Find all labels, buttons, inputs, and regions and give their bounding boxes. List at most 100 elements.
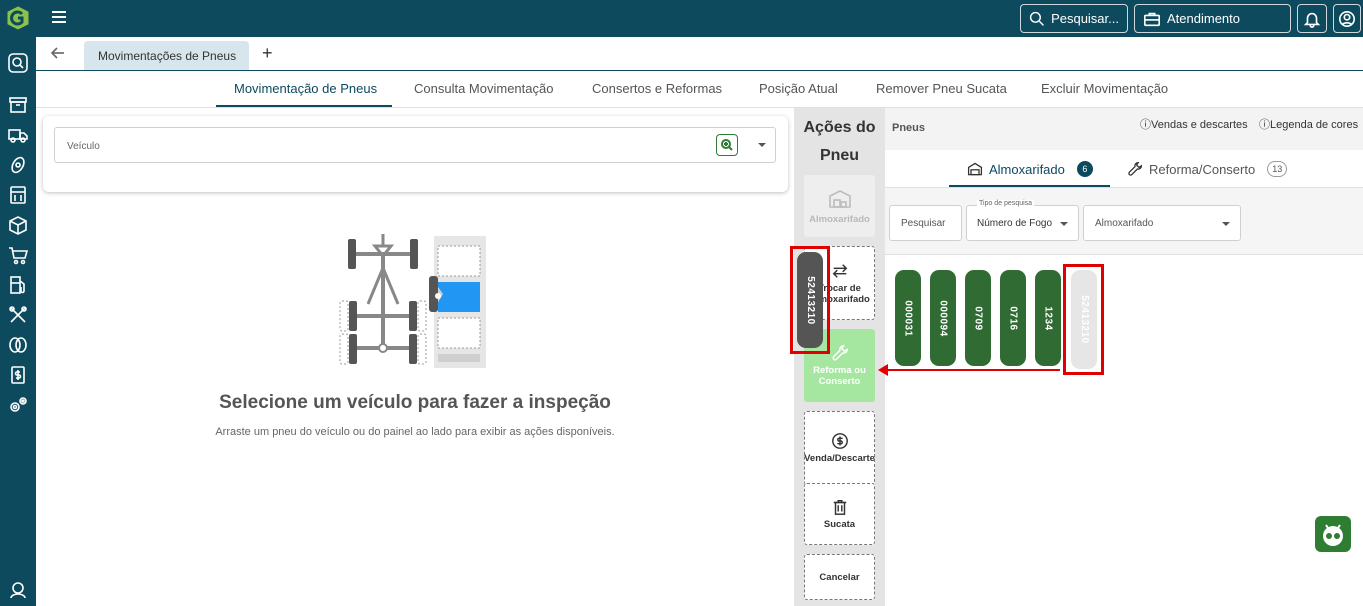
dragged-tire-body: 52413210 xyxy=(797,252,823,348)
action-cancelar-label: Cancelar xyxy=(819,571,860,583)
search-icon xyxy=(8,53,28,73)
fuel-icon xyxy=(10,276,25,294)
vehicle-search-button[interactable] xyxy=(716,134,738,156)
briefcase-icon xyxy=(1143,12,1161,26)
dragged-tire-number: 52413210 xyxy=(804,275,816,325)
vehicle-field[interactable]: Veículo xyxy=(54,127,776,163)
sidebar-item-support[interactable] xyxy=(0,580,36,600)
tire-search-input[interactable]: Pesquisar xyxy=(889,205,962,241)
nav-consertos[interactable]: Consertos e Reformas xyxy=(592,81,722,96)
warehouse-select[interactable]: Almoxarifado xyxy=(1083,205,1241,241)
notifications-button[interactable] xyxy=(1297,4,1327,33)
action-almoxarifado[interactable]: Almoxarifado xyxy=(804,175,875,237)
gears-icon xyxy=(10,397,27,412)
tools-icon xyxy=(9,306,27,323)
trash-icon xyxy=(833,499,846,515)
global-search-label: Pesquisar... xyxy=(1051,11,1119,26)
tire-item[interactable]: 000094 xyxy=(930,270,956,366)
archive-icon xyxy=(9,97,27,113)
action-sucata[interactable]: Sucata xyxy=(804,483,875,545)
sidebar-item-tires[interactable] xyxy=(0,330,36,360)
tab-reforma-label: Reforma/Conserto xyxy=(1149,161,1256,177)
bell-icon xyxy=(1303,12,1321,28)
link-vendas-label: Vendas e descartes xyxy=(1151,119,1248,131)
tires-panel-title: Pneus xyxy=(892,122,926,134)
drag-direction-arrow xyxy=(878,364,1060,376)
action-sucata-label: Sucata xyxy=(823,519,856,530)
menu-toggle-icon[interactable] xyxy=(52,11,66,23)
link-vendas-descartes[interactable]: ⓘVendas e descartes xyxy=(1140,116,1248,132)
tire-item[interactable]: 1234 xyxy=(1035,270,1061,366)
headset-icon xyxy=(10,582,26,599)
sidebar-menu xyxy=(0,48,36,420)
tire-item-ghost[interactable]: 52413210 xyxy=(1071,270,1097,369)
tire-number: 0716 xyxy=(1007,305,1019,331)
link-legenda-cores[interactable]: ⓘLegenda de cores xyxy=(1259,116,1358,132)
swap-arrows-icon xyxy=(832,263,847,278)
dollar-circle-icon xyxy=(831,433,848,449)
tire-number: 52413210 xyxy=(1078,295,1090,344)
atendimento-button[interactable]: Atendimento xyxy=(1134,4,1291,33)
assistant-bot-button[interactable] xyxy=(1315,516,1351,552)
arrow-left-icon xyxy=(50,47,64,59)
tab-almoxarifado-count: 6 xyxy=(1076,161,1093,177)
tab-reforma-conserto[interactable]: Reforma/Conserto 13 xyxy=(1127,161,1288,177)
tire-highlight-box: 52413210 xyxy=(1063,264,1104,375)
sidebar-item-archive[interactable] xyxy=(0,90,36,120)
box-icon xyxy=(9,216,27,235)
topbar: Pesquisar... Atendimento xyxy=(36,0,1363,37)
tab-reforma-count: 13 xyxy=(1267,161,1288,177)
sidebar-item-calculator[interactable] xyxy=(0,180,36,210)
actions-title: Ações do Pneu xyxy=(803,119,876,164)
nav-consulta[interactable]: Consulta Movimentação xyxy=(414,81,553,96)
sidebar-item-cart[interactable] xyxy=(0,240,36,270)
sidebar-item-invoice[interactable] xyxy=(0,360,36,390)
tires-filter-bar: Pesquisar Tipo de pesquisa Número de Fog… xyxy=(885,187,1363,255)
empty-state-title: Selecione um veículo para fazer a inspeç… xyxy=(219,392,611,413)
help-icon: ⓘ xyxy=(1259,119,1270,131)
nav-excluir[interactable]: Excluir Movimentação xyxy=(1041,81,1168,96)
nav-movimentacao[interactable]: Movimentação de Pneus xyxy=(234,81,377,96)
nav-posicao[interactable]: Posição Atual xyxy=(759,81,838,96)
sidebar-item-settings[interactable] xyxy=(0,390,36,420)
vehicle-panel: Veículo Selecione um veículo para fazer … xyxy=(36,108,794,606)
tires-panel: Pneus ⓘVendas e descartes ⓘLegenda de co… xyxy=(885,108,1363,606)
sidebar-item-fuel[interactable] xyxy=(0,270,36,300)
chevron-down-icon[interactable] xyxy=(758,143,766,147)
user-menu-button[interactable] xyxy=(1333,4,1361,33)
tab-almoxarifado[interactable]: Almoxarifado 6 xyxy=(967,161,1093,177)
tire-item[interactable]: 000031 xyxy=(895,270,921,366)
tire-item[interactable]: 0709 xyxy=(965,270,991,366)
tires-icon xyxy=(9,337,27,353)
action-cancelar[interactable]: Cancelar xyxy=(804,554,875,600)
vehicle-card: Veículo xyxy=(43,116,788,192)
chevron-down-icon xyxy=(1060,222,1068,226)
global-search-button[interactable]: Pesquisar... xyxy=(1020,4,1128,33)
sidebar-item-tire[interactable] xyxy=(0,150,36,180)
nav-active-indicator xyxy=(216,105,392,107)
action-venda-descarte[interactable]: Venda/Descarte xyxy=(804,411,875,485)
sidebar-item-box[interactable] xyxy=(0,210,36,240)
sidebar-item-truck[interactable] xyxy=(0,120,36,150)
tire-item[interactable]: 0716 xyxy=(1000,270,1026,366)
back-button[interactable] xyxy=(50,45,66,61)
chevron-down-icon xyxy=(1222,222,1230,226)
tires-panel-header: Pneus ⓘVendas e descartes ⓘLegenda de co… xyxy=(885,108,1363,150)
sidebar-item-search[interactable] xyxy=(0,48,36,78)
user-icon xyxy=(1338,10,1356,27)
section-nav: Movimentação de Pneus Consulta Movimenta… xyxy=(36,71,1363,108)
cart-icon xyxy=(9,247,28,265)
truck-icon xyxy=(8,129,28,143)
search-type-select[interactable]: Tipo de pesquisa Número de Fogo xyxy=(966,200,1079,241)
sidebar-item-tools[interactable] xyxy=(0,300,36,330)
nav-remover-sucata[interactable]: Remover Pneu Sucata xyxy=(876,81,1007,96)
dragged-tire[interactable]: 52413210 xyxy=(790,246,830,354)
action-almoxarifado-label: Almoxarifado xyxy=(809,214,870,225)
action-reforma-label: Reforma ou Conserto xyxy=(813,365,866,387)
search-icon xyxy=(1029,11,1044,26)
tire-number: 0709 xyxy=(972,305,984,331)
doc-tab-movimentacoes[interactable]: Movimentações de Pneus xyxy=(84,41,249,70)
search-plus-icon xyxy=(721,139,733,151)
add-tab-button[interactable]: + xyxy=(262,43,273,64)
sidebar xyxy=(0,0,36,606)
